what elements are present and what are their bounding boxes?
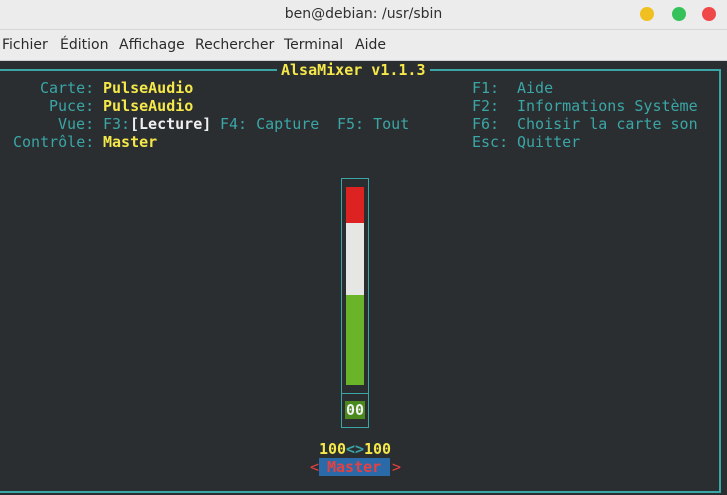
card-value: PulseAudio (103, 79, 194, 97)
card-label: Carte: (40, 79, 95, 97)
maximize-button[interactable] (672, 7, 686, 21)
volume-right: 100 (364, 440, 392, 458)
help-label-f2: Informations Système (517, 97, 698, 115)
meter-segment-high (346, 187, 364, 223)
help-label-esc: Quitter (517, 133, 581, 151)
help-label-f6: Choisir la carte son (517, 115, 698, 133)
view-f5[interactable]: F5: Tout (337, 115, 409, 133)
menu-affichage[interactable]: Affichage (119, 37, 185, 53)
help-key-esc: Esc: (472, 133, 509, 151)
chip-label: Puce: (49, 97, 95, 115)
mute-indicator[interactable]: 00 (345, 401, 365, 419)
view-f3-value[interactable]: [Lecture] (130, 115, 211, 133)
help-key-f6: F6: (472, 115, 500, 133)
channel-label[interactable]: Master (319, 458, 390, 476)
meter-segment-mid (346, 223, 364, 295)
mixer-title: AlsaMixer v1.1.3 (277, 61, 430, 79)
terminal-area[interactable]: AlsaMixer v1.1.3 Carte: PulseAudio Puce:… (0, 61, 727, 495)
volume-meter[interactable]: 00 (341, 178, 369, 428)
volume-separator: <> (346, 440, 365, 458)
menu-edition[interactable]: Édition (60, 37, 108, 53)
channel-arrow-right: > (392, 458, 402, 476)
menu-fichier[interactable]: Fichier (2, 37, 48, 53)
view-f4[interactable]: F4: Capture (220, 115, 319, 133)
channel-arrow-left: < (310, 458, 320, 476)
menu-terminal[interactable]: Terminal (284, 37, 343, 53)
menu-aide[interactable]: Aide (355, 37, 386, 53)
menu-rechercher[interactable]: Rechercher (195, 37, 274, 53)
window-title: ben@debian: /usr/sbin (284, 6, 443, 22)
title-bar: ben@debian: /usr/sbin (0, 0, 727, 30)
close-button[interactable] (702, 7, 716, 21)
meter-segment-low (346, 295, 364, 385)
channel-name: Master (327, 458, 382, 476)
help-label-f1: Aide (517, 79, 554, 97)
view-label: Vue: (58, 115, 95, 133)
control-label: Contrôle: (13, 133, 95, 151)
menu-bar: Fichier Édition Affichage Rechercher Ter… (0, 30, 727, 61)
view-f3-key[interactable]: F3: (103, 115, 130, 133)
help-key-f1: F1: (472, 79, 500, 97)
chip-value: PulseAudio (103, 97, 194, 115)
meter-divider (342, 393, 368, 394)
minimize-button[interactable] (640, 7, 654, 21)
volume-left: 100 (319, 440, 347, 458)
control-value: Master (103, 133, 158, 151)
help-key-f2: F2: (472, 97, 500, 115)
